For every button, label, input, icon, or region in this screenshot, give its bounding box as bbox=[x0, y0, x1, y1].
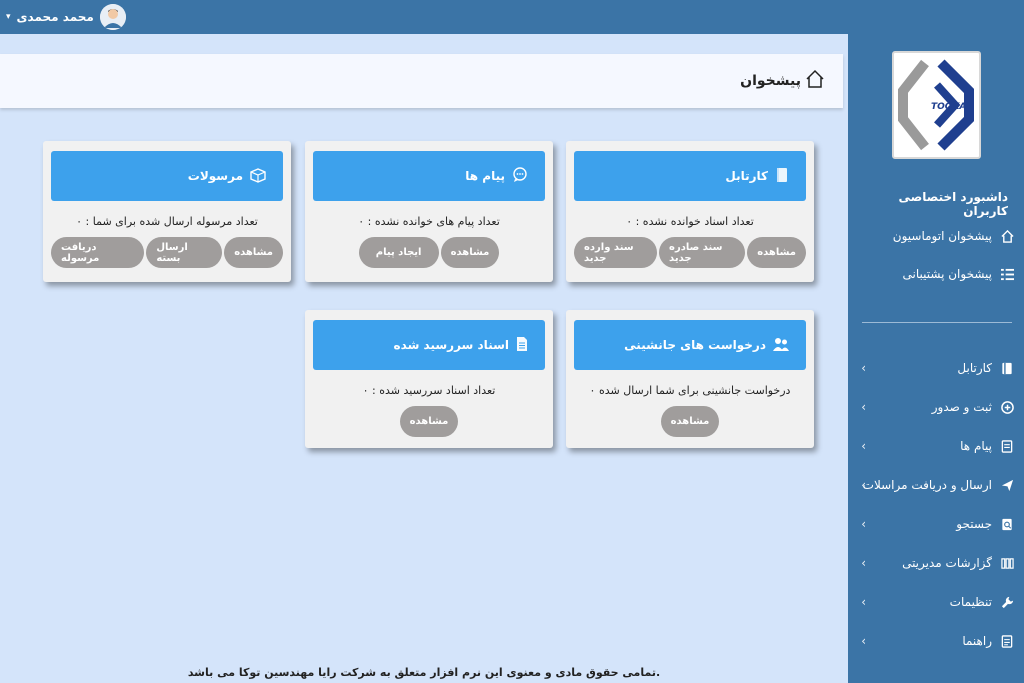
card-title: پیام ها bbox=[465, 169, 505, 183]
cartable-view-button[interactable]: مشاهده bbox=[747, 237, 806, 268]
boxes-icon bbox=[249, 167, 267, 186]
svg-text:TOOKA: TOOKA bbox=[931, 102, 966, 112]
card-messages: پیام ها تعداد پیام های خوانده نشده : ۰ م… bbox=[305, 141, 553, 282]
chevron-left-icon: ‹ bbox=[861, 361, 866, 375]
card-substitute: درخواست های جانشینی ۰ درخواست جانشینی بر… bbox=[566, 310, 814, 448]
chevron-left-icon: ‹ bbox=[861, 400, 866, 414]
sidebar-item-search[interactable]: ‹ جستجو bbox=[858, 517, 1014, 531]
chevron-left-icon: ‹ bbox=[861, 517, 866, 531]
sidebar-item-support-dashboard[interactable]: پیشخوان پشتیبانی bbox=[903, 267, 1014, 281]
sidebar-item-label: گزارشات مدیریتی bbox=[902, 556, 992, 570]
sidebar-item-label: جستجو bbox=[956, 517, 992, 531]
sidebar-divider bbox=[862, 322, 1012, 323]
footer-copyright: تمامی حقوق مادی و معنوی این نرم افزار مت… bbox=[0, 663, 848, 683]
list-icon bbox=[1000, 267, 1014, 281]
substitute-view-button[interactable]: مشاهده bbox=[660, 406, 720, 437]
plus-circle-icon bbox=[1000, 400, 1014, 414]
sidebar: TOOKA داشبورد اختصاصی کاربران پیشخوان ات… bbox=[848, 34, 1024, 683]
card-overdue: اسناد سررسید شده تعداد اسناد سررسید شده … bbox=[305, 310, 553, 448]
chevron-left-icon: ‹ bbox=[861, 595, 866, 609]
sidebar-item-label: پیشخوان پشتیبانی bbox=[902, 267, 992, 281]
chevron-left-icon: ‹ bbox=[861, 634, 866, 648]
cartable-new-incoming-button[interactable]: سند وارده جدید bbox=[574, 237, 658, 268]
card-parcels-header[interactable]: مرسولات bbox=[51, 151, 283, 201]
card-substitute-header[interactable]: درخواست های جانشینی bbox=[574, 320, 806, 370]
card-parcels-text: تعداد مرسوله ارسال شده برای شما : ۰ bbox=[76, 215, 258, 228]
message-icon bbox=[1000, 439, 1014, 453]
sidebar-item-label: کارتابل bbox=[957, 361, 992, 375]
parcels-view-button[interactable]: مشاهده bbox=[224, 237, 283, 268]
card-cartable-header[interactable]: کارتابل bbox=[574, 151, 806, 201]
folder-icon bbox=[1000, 361, 1014, 375]
card-cartable: کارتابل تعداد اسناد خوانده نشده : ۰ مشاه… bbox=[566, 141, 814, 282]
chevron-down-icon: ▾ bbox=[6, 12, 11, 22]
card-messages-text: تعداد پیام های خوانده نشده : ۰ bbox=[358, 215, 500, 228]
help-icon bbox=[1000, 634, 1014, 648]
search-icon bbox=[1000, 517, 1014, 531]
card-messages-header[interactable]: پیام ها bbox=[313, 151, 545, 201]
sidebar-item-help[interactable]: ‹ راهنما bbox=[858, 634, 1014, 648]
sidebar-title: داشبورد اختصاصی کاربران bbox=[898, 190, 1008, 218]
home-icon bbox=[1000, 229, 1014, 243]
sidebar-item-label: پیشخوان اتوماسیون bbox=[892, 229, 992, 243]
sidebar-item-correspondence[interactable]: ‹ ارسال و دریافت مراسلات bbox=[858, 478, 1014, 492]
cartable-new-outgoing-button[interactable]: سند صادره جدید bbox=[659, 237, 746, 268]
chat-icon bbox=[511, 166, 529, 186]
messages-view-button[interactable]: مشاهده bbox=[440, 237, 500, 268]
top-bar: ▾ محمد محمدی bbox=[0, 0, 1024, 34]
sidebar-item-label: ارسال و دریافت مراسلات bbox=[862, 478, 992, 492]
send-package-button[interactable]: ارسال بسته bbox=[146, 237, 223, 268]
company-logo: TOOKA bbox=[892, 51, 981, 159]
receive-parcel-button[interactable]: دریافت مرسوله bbox=[51, 237, 145, 268]
sidebar-item-automation-dashboard[interactable]: پیشخوان اتوماسیون bbox=[893, 229, 1014, 243]
card-parcels: مرسولات تعداد مرسوله ارسال شده برای شما … bbox=[43, 141, 291, 282]
document-icon bbox=[515, 336, 529, 355]
card-cartable-text: تعداد اسناد خوانده نشده : ۰ bbox=[626, 215, 754, 228]
book-icon bbox=[774, 167, 790, 186]
card-title: مرسولات bbox=[187, 169, 243, 183]
sidebar-item-label: ثبت و صدور bbox=[931, 400, 992, 414]
wrench-icon bbox=[1000, 595, 1014, 609]
sidebar-item-settings[interactable]: ‹ تنظیمات bbox=[858, 595, 1014, 609]
sidebar-item-cartable[interactable]: ‹ کارتابل bbox=[858, 361, 1014, 375]
avatar bbox=[99, 4, 126, 30]
user-menu[interactable]: ▾ محمد محمدی bbox=[6, 3, 126, 31]
card-title: درخواست های جانشینی bbox=[624, 338, 766, 352]
sidebar-item-messages[interactable]: ‹ پیام ها bbox=[858, 439, 1014, 453]
card-overdue-header[interactable]: اسناد سررسید شده bbox=[313, 320, 545, 370]
users-icon bbox=[772, 336, 790, 355]
page-header: پیشخوان bbox=[0, 54, 843, 108]
home-icon bbox=[805, 69, 825, 93]
overdue-view-button[interactable]: مشاهده bbox=[399, 406, 459, 437]
card-title: اسناد سررسید شده bbox=[393, 338, 509, 352]
report-icon bbox=[1000, 556, 1014, 570]
page-title: پیشخوان bbox=[740, 73, 801, 89]
create-message-button[interactable]: ایجاد پیام bbox=[358, 237, 439, 268]
chevron-left-icon: ‹ bbox=[861, 478, 866, 492]
card-overdue-text: تعداد اسناد سررسید شده : ۰ bbox=[362, 384, 496, 397]
user-name: محمد محمدی bbox=[16, 10, 94, 24]
sidebar-item-label: پیام ها bbox=[960, 439, 992, 453]
paper-plane-icon bbox=[1000, 478, 1014, 492]
sidebar-item-label: راهنما bbox=[962, 634, 992, 648]
sidebar-item-register-issue[interactable]: ‹ ثبت و صدور bbox=[858, 400, 1014, 414]
sidebar-item-reports[interactable]: ‹ گزارشات مدیریتی bbox=[858, 556, 1014, 570]
card-title: کارتابل bbox=[725, 169, 768, 183]
chevron-left-icon: ‹ bbox=[861, 439, 866, 453]
sidebar-item-label: تنظیمات bbox=[949, 595, 992, 609]
chevron-left-icon: ‹ bbox=[861, 556, 866, 570]
card-substitute-text: ۰ درخواست جانشینی برای شما ارسال شده bbox=[589, 384, 791, 397]
